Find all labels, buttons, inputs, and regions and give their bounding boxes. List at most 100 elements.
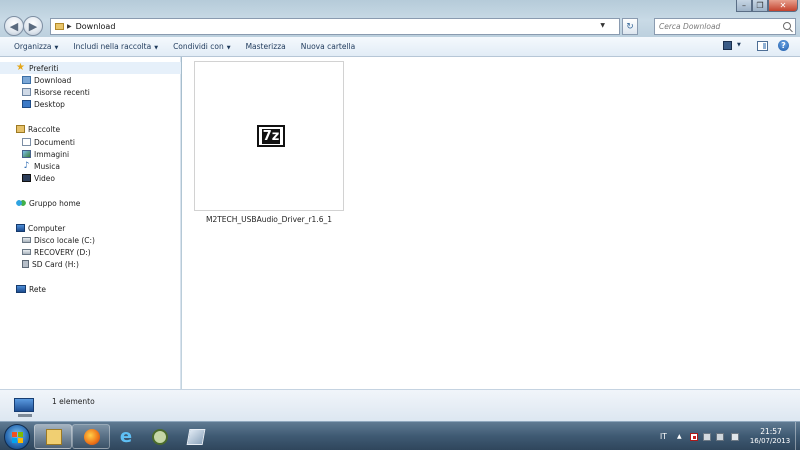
recent-places-icon	[22, 88, 31, 96]
taskbar-spotify-button[interactable]	[140, 424, 178, 449]
share-with-label: Condividi con	[173, 42, 224, 51]
nav-computer[interactable]: Computer	[16, 222, 65, 234]
documents-icon	[22, 138, 31, 146]
forward-button[interactable]: ▶	[23, 16, 43, 36]
computer-icon	[16, 224, 25, 232]
action-center-flag-icon[interactable]	[690, 433, 698, 441]
folder-icon	[46, 429, 62, 445]
nav-libraries[interactable]: Raccolte	[16, 123, 60, 135]
new-folder-button[interactable]: Nuova cartella	[301, 42, 356, 51]
nav-item-sd-card[interactable]: SD Card (H:)	[22, 258, 79, 270]
preview-pane-icon[interactable]	[757, 41, 768, 51]
folder-icon	[55, 23, 64, 30]
libraries-icon	[16, 125, 25, 133]
nav-favorites[interactable]: ★ Preferiti	[0, 62, 181, 74]
app-icon	[186, 429, 206, 445]
nav-item-label: Download	[34, 75, 72, 85]
show-hidden-icons-icon[interactable]: ▲	[677, 433, 682, 440]
navigation-pane: ★ Preferiti Download Risorse recenti Des…	[0, 57, 181, 389]
file-item[interactable]: 7z	[194, 61, 344, 211]
change-view-icon[interactable]	[723, 41, 732, 50]
file-list[interactable]: 7z M2TECH_USBAudio_Driver_r1.6_1	[182, 57, 800, 389]
breadcrumb-download[interactable]: Download	[76, 22, 116, 31]
firefox-icon	[84, 429, 100, 445]
nav-item-download[interactable]: Download	[22, 74, 71, 86]
close-button[interactable]: ✕	[768, 0, 798, 12]
nav-item-documents[interactable]: Documenti	[22, 136, 75, 148]
taskbar-explorer-button[interactable]	[34, 424, 72, 449]
minimize-button[interactable]: –	[736, 0, 752, 12]
organize-menu[interactable]: Organizza ▼	[14, 42, 58, 51]
nav-item-label: Immagini	[34, 149, 70, 159]
search-icon[interactable]	[783, 22, 791, 30]
nav-item-videos[interactable]: Video	[22, 172, 55, 184]
restore-icon: ❐	[756, 1, 764, 10]
clock-date[interactable]: 16/07/2013	[746, 437, 794, 445]
share-with-menu[interactable]: Condividi con ▼	[173, 42, 231, 51]
view-options-dropdown-icon[interactable]: ▼	[737, 42, 741, 48]
nav-homegroup[interactable]: Gruppo home	[16, 197, 80, 209]
nav-item-label: Documenti	[34, 137, 75, 147]
arrow-right-icon: ▶	[28, 19, 38, 33]
nav-libraries-label: Raccolte	[28, 124, 61, 134]
nav-item-label: SD Card (H:)	[32, 259, 79, 269]
nav-network[interactable]: Rete	[16, 283, 46, 295]
nav-item-pictures[interactable]: Immagini	[22, 148, 69, 160]
help-icon[interactable]: ?	[778, 40, 789, 51]
network-icon	[16, 285, 26, 293]
nav-item-label: Desktop	[34, 99, 65, 109]
video-icon	[22, 174, 31, 182]
taskbar-app-button[interactable]	[176, 424, 214, 449]
nav-item-label: Disco locale (C:)	[34, 235, 95, 245]
nav-item-music[interactable]: ♪ Musica	[22, 160, 60, 172]
star-icon: ★	[16, 62, 25, 73]
nav-item-desktop[interactable]: Desktop	[22, 98, 65, 110]
nav-network-label: Rete	[29, 284, 47, 294]
nav-item-label: Video	[34, 173, 56, 183]
refresh-button[interactable]: ↻	[622, 18, 638, 35]
include-in-library-label: Includi nella raccolta	[73, 42, 152, 51]
command-bar: Organizza ▼ Includi nella raccolta ▼ Condi…	[0, 37, 800, 57]
nav-item-recovery[interactable]: RECOVERY (D:)	[22, 246, 91, 258]
nav-item-local-disk[interactable]: Disco locale (C:)	[22, 234, 95, 246]
nav-item-recent-places[interactable]: Risorse recenti	[22, 86, 90, 98]
taskbar-firefox-button[interactable]	[72, 424, 110, 449]
search-input[interactable]	[659, 22, 779, 31]
status-bar: 1 elemento	[0, 389, 800, 421]
taskbar-ie-button[interactable]: e	[106, 424, 144, 449]
burn-button[interactable]: Masterizza	[246, 42, 286, 51]
maximize-button[interactable]: ❐	[752, 0, 768, 12]
homegroup-icon	[16, 199, 26, 207]
address-bar[interactable]: ▶ Download ▼	[50, 18, 620, 35]
volume-icon[interactable]	[731, 433, 739, 441]
search-box[interactable]	[654, 18, 796, 35]
7zip-logo-text: 7z	[261, 128, 281, 144]
nav-item-label: Musica	[34, 161, 60, 171]
power-icon[interactable]	[703, 433, 711, 441]
clock-time[interactable]: 21:57	[752, 427, 790, 436]
window-title-bar: ◀ ▶ ▶ Download ▼ ↻ – ❐ ✕	[0, 0, 800, 37]
spotify-icon	[152, 429, 168, 445]
breadcrumb-separator-icon[interactable]: ▶	[67, 23, 72, 30]
organize-label: Organizza	[14, 42, 52, 51]
item-count-text: 1 elemento	[52, 397, 95, 406]
taskbar: e IT ▲ 21:57 16/07/2013	[0, 421, 800, 450]
include-in-library-menu[interactable]: Includi nella raccolta ▼	[73, 42, 158, 51]
back-button[interactable]: ◀	[4, 16, 24, 36]
7zip-archive-icon: 7z	[257, 125, 285, 147]
file-name-label[interactable]: M2TECH_USBAudio_Driver_r1.6_1	[182, 215, 356, 224]
start-button[interactable]	[4, 424, 30, 450]
dropdown-arrow-icon: ▼	[54, 45, 59, 51]
address-history-dropdown-icon[interactable]: ▼	[600, 22, 605, 29]
nav-homegroup-label: Gruppo home	[29, 198, 81, 208]
network-tray-icon[interactable]	[716, 433, 724, 441]
minimize-icon: –	[742, 1, 746, 10]
computer-icon	[14, 398, 34, 417]
show-desktop-button[interactable]	[795, 422, 800, 450]
nav-computer-label: Computer	[28, 223, 66, 233]
hard-drive-icon	[22, 249, 31, 255]
close-icon: ✕	[779, 1, 787, 10]
nav-item-label: Risorse recenti	[34, 87, 90, 97]
sd-card-icon	[22, 260, 29, 268]
language-indicator[interactable]: IT	[660, 432, 667, 441]
